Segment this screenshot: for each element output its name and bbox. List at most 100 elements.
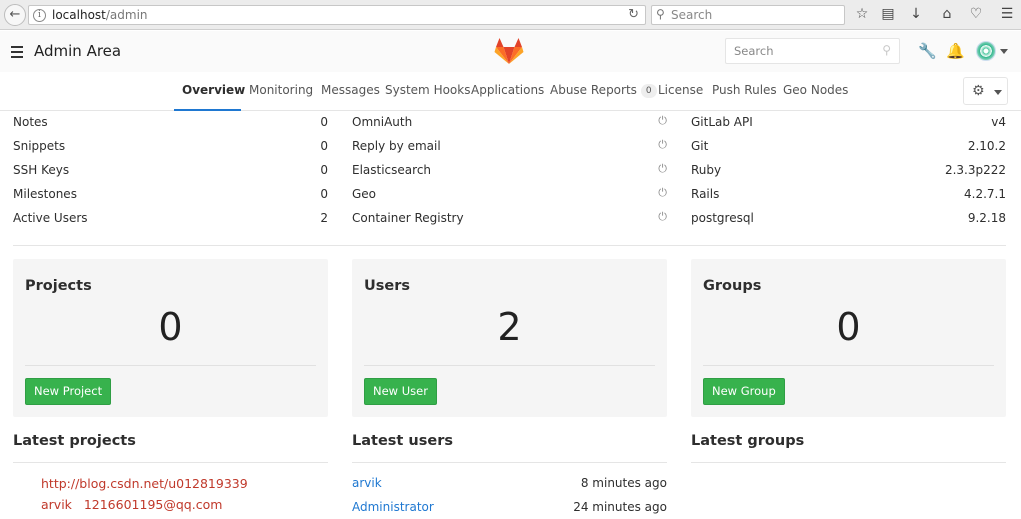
search-placeholder: Search xyxy=(734,44,774,58)
settings-dropdown-button[interactable]: ⚙ xyxy=(963,77,1008,105)
new-user-button[interactable]: New User xyxy=(364,378,437,405)
user-link[interactable]: Administrator xyxy=(352,500,434,514)
admin-tabs: Overview Monitoring Messages System Hook… xyxy=(0,72,1021,111)
stat-value: 2 xyxy=(320,211,328,225)
users-count: 2 xyxy=(497,305,522,349)
divider xyxy=(364,365,655,366)
stat-label: SSH Keys xyxy=(13,163,70,177)
tab-monitoring[interactable]: Monitoring xyxy=(249,83,313,97)
component-row-postgresql: postgresql 9.2.18 xyxy=(691,211,1006,235)
chevron-down-icon xyxy=(994,90,1002,95)
feature-label: Elasticsearch xyxy=(352,163,432,177)
component-row-gitlab-api: GitLab API v4 xyxy=(691,115,1006,139)
tab-overview[interactable]: Overview xyxy=(182,83,245,97)
home-icon[interactable]: ⌂ xyxy=(938,6,956,22)
latest-projects-title: Latest projects xyxy=(13,433,136,449)
component-version: 2.10.2 xyxy=(967,139,1006,153)
tab-abuse-reports[interactable]: Abuse Reports 0 xyxy=(550,83,657,98)
notification-bell-icon[interactable]: 🔔 xyxy=(946,42,965,60)
tab-geo-nodes[interactable]: Geo Nodes xyxy=(783,83,848,97)
projects-count: 0 xyxy=(158,305,183,349)
component-version: v4 xyxy=(991,115,1006,129)
stat-value: 0 xyxy=(320,139,328,153)
pocket-icon[interactable]: ♡ xyxy=(967,6,985,22)
new-group-button[interactable]: New Group xyxy=(703,378,785,405)
site-info-icon[interactable]: i xyxy=(33,9,46,22)
projects-card: Projects 0 New Project xyxy=(13,259,328,417)
new-project-button[interactable]: New Project xyxy=(25,378,112,405)
component-version: 9.2.18 xyxy=(967,211,1006,225)
component-label: Ruby xyxy=(691,163,722,177)
component-row-ruby: Ruby 2.3.3p222 xyxy=(691,163,1006,187)
component-label: postgresql xyxy=(691,211,754,225)
url-text: localhost/admin xyxy=(52,8,148,22)
component-row-rails: Rails 4.2.7.1 xyxy=(691,187,1006,211)
feature-label: Reply by email xyxy=(352,139,441,153)
tab-system-hooks[interactable]: System Hooks xyxy=(385,83,470,97)
feature-label: Container Registry xyxy=(352,211,464,225)
divider xyxy=(352,462,667,463)
download-icon[interactable]: ↓ xyxy=(907,6,925,22)
chevron-down-icon[interactable] xyxy=(1000,49,1008,54)
menu-icon[interactable]: ☰ xyxy=(998,6,1016,22)
avatar[interactable] xyxy=(976,41,996,61)
stat-label: Snippets xyxy=(13,139,66,153)
component-label: GitLab API xyxy=(691,115,753,129)
gear-icon: ⚙ xyxy=(972,83,985,99)
gitlab-logo-icon[interactable] xyxy=(494,37,524,65)
component-label: Rails xyxy=(691,187,720,201)
tab-license[interactable]: License xyxy=(658,83,703,97)
feature-label: Geo xyxy=(352,187,377,201)
feature-label: OmniAuth xyxy=(352,115,413,129)
watermark-author-email: arvik 1216601195@qq.com xyxy=(41,497,223,512)
wrench-icon[interactable]: 🔧 xyxy=(918,42,937,60)
stat-row-active-users: Active Users 2 xyxy=(13,211,328,235)
watermark-blog-link: http://blog.csdn.net/u012819339 xyxy=(41,476,248,491)
browser-search-box[interactable]: ⚲ Search xyxy=(651,5,845,25)
search-input[interactable]: Search ⚲ xyxy=(725,38,900,64)
feature-row-geo: Geo ⏻ xyxy=(352,186,667,211)
latest-groups-title: Latest groups xyxy=(691,433,805,449)
list-item: arvik 8 minutes ago xyxy=(352,476,667,496)
feature-row-omniauth: OmniAuth ⏻ xyxy=(352,114,667,139)
abuse-reports-count-badge: 0 xyxy=(640,84,657,98)
stat-row-ssh-keys: SSH Keys 0 xyxy=(13,163,328,187)
user-created-time: 24 minutes ago xyxy=(573,500,667,514)
stat-row-snippets: Snippets 0 xyxy=(13,139,328,163)
user-link[interactable]: arvik xyxy=(352,476,382,490)
hamburger-menu-icon[interactable] xyxy=(11,46,23,61)
reading-list-icon[interactable]: ▤ xyxy=(879,6,897,22)
stat-value: 0 xyxy=(320,115,328,129)
browser-toolbar: ← i localhost/admin ↻ ⚲ Search ☆ ▤ ↓ ⌂ ♡… xyxy=(0,0,1021,30)
feature-row-container-registry: Container Registry ⏻ xyxy=(352,210,667,235)
power-icon: ⏻ xyxy=(658,210,667,223)
tab-applications[interactable]: Applications xyxy=(471,83,544,97)
tab-push-rules[interactable]: Push Rules xyxy=(712,83,777,97)
component-row-git: Git 2.10.2 xyxy=(691,139,1006,163)
search-icon: ⚲ xyxy=(656,7,665,21)
card-title: Groups xyxy=(703,278,762,294)
card-title: Projects xyxy=(25,278,92,294)
browser-search-placeholder: Search xyxy=(671,8,713,22)
latest-users-title: Latest users xyxy=(352,433,453,449)
address-bar[interactable]: i localhost/admin ↻ xyxy=(28,5,646,25)
divider xyxy=(691,462,1006,463)
user-created-time: 8 minutes ago xyxy=(580,476,667,490)
power-icon: ⏻ xyxy=(658,186,667,199)
bookmark-star-icon[interactable]: ☆ xyxy=(853,6,871,22)
app-header: Admin Area Search ⚲ 🔧 🔔 xyxy=(0,31,1021,72)
stat-value: 0 xyxy=(320,187,328,201)
tab-abuse-reports-label: Abuse Reports xyxy=(550,83,637,97)
groups-count: 0 xyxy=(836,305,861,349)
page-title: Admin Area xyxy=(34,42,122,60)
active-tab-indicator xyxy=(174,109,241,111)
stat-row-milestones: Milestones 0 xyxy=(13,187,328,211)
tab-messages[interactable]: Messages xyxy=(321,83,380,97)
power-icon: ⏻ xyxy=(658,162,667,175)
reload-icon[interactable]: ↻ xyxy=(628,7,639,22)
power-icon: ⏻ xyxy=(658,114,667,127)
back-button[interactable]: ← xyxy=(4,4,26,26)
divider xyxy=(13,462,328,463)
users-card: Users 2 New User xyxy=(352,259,667,417)
divider xyxy=(25,365,316,366)
